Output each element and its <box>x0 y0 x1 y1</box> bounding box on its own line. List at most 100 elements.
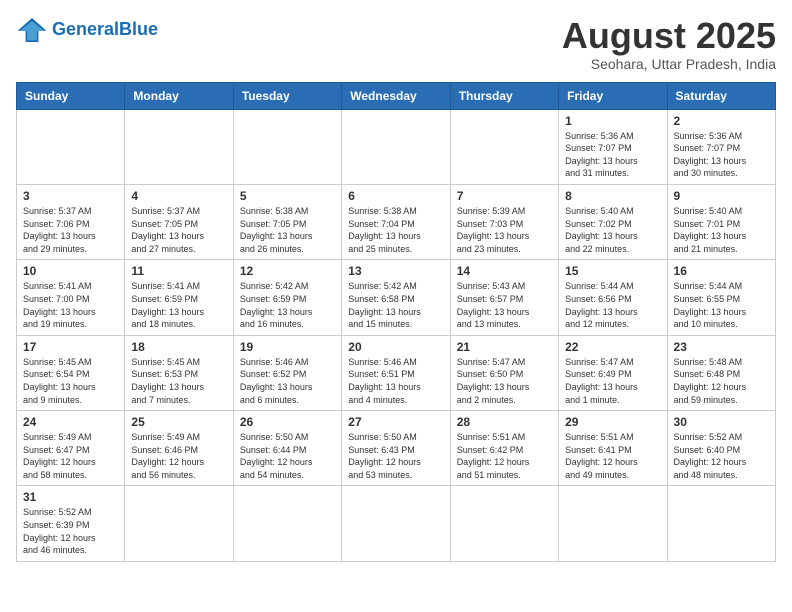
calendar-cell: 5 Sunrise: 5:38 AM Sunset: 7:05 PM Daylig… <box>233 184 341 259</box>
month-title: August 2025 <box>562 16 776 56</box>
calendar-week-6: 31 Sunrise: 5:52 AM Sunset: 6:39 PM Dayli… <box>17 486 776 561</box>
calendar-cell <box>450 109 558 184</box>
calendar-cell: 25Sunrise: 5:49 AM Sunset: 6:46 PM Dayli… <box>125 411 233 486</box>
logo-icon <box>16 16 48 44</box>
calendar-cell: 8 Sunrise: 5:40 AM Sunset: 7:02 PM Daylig… <box>559 184 667 259</box>
calendar-cell: 21Sunrise: 5:47 AM Sunset: 6:50 PM Dayli… <box>450 335 558 410</box>
calendar-cell <box>342 486 450 561</box>
day-info: Sunrise: 5:52 AM Sunset: 6:39 PM Dayligh… <box>23 506 118 556</box>
day-number: 18 <box>131 340 226 354</box>
day-number: 5 <box>240 189 335 203</box>
day-info: Sunrise: 5:50 AM Sunset: 6:43 PM Dayligh… <box>348 431 443 481</box>
calendar-cell: 10 Sunrise: 5:41 AM Sunset: 7:00 PM Dayli… <box>17 260 125 335</box>
day-number: 14 <box>457 264 552 278</box>
calendar-week-5: 24Sunrise: 5:49 AM Sunset: 6:47 PM Dayli… <box>17 411 776 486</box>
calendar-cell: 7Sunrise: 5:39 AM Sunset: 7:03 PM Daylig… <box>450 184 558 259</box>
day-info: Sunrise: 5:44 AM Sunset: 6:55 PM Dayligh… <box>674 280 769 330</box>
calendar-cell <box>233 486 341 561</box>
day-info: Sunrise: 5:45 AM Sunset: 6:54 PM Dayligh… <box>23 356 118 406</box>
calendar-week-1: 1 Sunrise: 5:36 AM Sunset: 7:07 PM Daylig… <box>17 109 776 184</box>
day-number: 31 <box>23 490 118 504</box>
calendar-cell: 9Sunrise: 5:40 AM Sunset: 7:01 PM Daylig… <box>667 184 775 259</box>
calendar-cell: 28 Sunrise: 5:51 AM Sunset: 6:42 PM Dayli… <box>450 411 558 486</box>
day-info: Sunrise: 5:36 AM Sunset: 7:07 PM Dayligh… <box>674 130 769 180</box>
day-info: Sunrise: 5:41 AM Sunset: 7:00 PM Dayligh… <box>23 280 118 330</box>
calendar-cell: 26 Sunrise: 5:50 AM Sunset: 6:44 PM Dayli… <box>233 411 341 486</box>
calendar-cell: 29Sunrise: 5:51 AM Sunset: 6:41 PM Dayli… <box>559 411 667 486</box>
day-number: 10 <box>23 264 118 278</box>
calendar-cell: 15Sunrise: 5:44 AM Sunset: 6:56 PM Dayli… <box>559 260 667 335</box>
day-info: Sunrise: 5:38 AM Sunset: 7:04 PM Dayligh… <box>348 205 443 255</box>
day-info: Sunrise: 5:36 AM Sunset: 7:07 PM Dayligh… <box>565 130 660 180</box>
day-info: Sunrise: 5:38 AM Sunset: 7:05 PM Dayligh… <box>240 205 335 255</box>
day-info: Sunrise: 5:46 AM Sunset: 6:52 PM Dayligh… <box>240 356 335 406</box>
day-info: Sunrise: 5:44 AM Sunset: 6:56 PM Dayligh… <box>565 280 660 330</box>
calendar-cell <box>450 486 558 561</box>
header: GeneralBlue August 2025 Seohara, Uttar P… <box>16 16 776 72</box>
calendar-body: 1 Sunrise: 5:36 AM Sunset: 7:07 PM Daylig… <box>17 109 776 561</box>
weekday-header-wednesday: Wednesday <box>342 82 450 109</box>
calendar-cell <box>125 109 233 184</box>
day-number: 11 <box>131 264 226 278</box>
day-info: Sunrise: 5:45 AM Sunset: 6:53 PM Dayligh… <box>131 356 226 406</box>
day-number: 16 <box>674 264 769 278</box>
calendar-cell <box>17 109 125 184</box>
calendar-week-4: 17 Sunrise: 5:45 AM Sunset: 6:54 PM Dayli… <box>17 335 776 410</box>
logo-general: General <box>52 19 119 39</box>
location-subtitle: Seohara, Uttar Pradesh, India <box>562 56 776 72</box>
day-number: 25 <box>131 415 226 429</box>
calendar-cell: 20Sunrise: 5:46 AM Sunset: 6:51 PM Dayli… <box>342 335 450 410</box>
day-number: 8 <box>565 189 660 203</box>
day-number: 7 <box>457 189 552 203</box>
weekday-header-monday: Monday <box>125 82 233 109</box>
day-info: Sunrise: 5:46 AM Sunset: 6:51 PM Dayligh… <box>348 356 443 406</box>
calendar-cell <box>667 486 775 561</box>
day-number: 30 <box>674 415 769 429</box>
day-info: Sunrise: 5:37 AM Sunset: 7:06 PM Dayligh… <box>23 205 118 255</box>
calendar-cell: 31 Sunrise: 5:52 AM Sunset: 6:39 PM Dayli… <box>17 486 125 561</box>
day-number: 27 <box>348 415 443 429</box>
calendar-cell: 2Sunrise: 5:36 AM Sunset: 7:07 PM Daylig… <box>667 109 775 184</box>
day-number: 21 <box>457 340 552 354</box>
calendar: SundayMondayTuesdayWednesdayThursdayFrid… <box>16 82 776 562</box>
day-info: Sunrise: 5:49 AM Sunset: 6:47 PM Dayligh… <box>23 431 118 481</box>
calendar-cell: 3 Sunrise: 5:37 AM Sunset: 7:06 PM Daylig… <box>17 184 125 259</box>
day-info: Sunrise: 5:47 AM Sunset: 6:49 PM Dayligh… <box>565 356 660 406</box>
weekday-header-sunday: Sunday <box>17 82 125 109</box>
day-number: 3 <box>23 189 118 203</box>
calendar-cell: 19 Sunrise: 5:46 AM Sunset: 6:52 PM Dayli… <box>233 335 341 410</box>
weekday-header-friday: Friday <box>559 82 667 109</box>
day-number: 28 <box>457 415 552 429</box>
title-block: August 2025 Seohara, Uttar Pradesh, Indi… <box>562 16 776 72</box>
day-info: Sunrise: 5:50 AM Sunset: 6:44 PM Dayligh… <box>240 431 335 481</box>
day-info: Sunrise: 5:40 AM Sunset: 7:02 PM Dayligh… <box>565 205 660 255</box>
calendar-cell: 24Sunrise: 5:49 AM Sunset: 6:47 PM Dayli… <box>17 411 125 486</box>
day-info: Sunrise: 5:37 AM Sunset: 7:05 PM Dayligh… <box>131 205 226 255</box>
day-number: 12 <box>240 264 335 278</box>
day-number: 26 <box>240 415 335 429</box>
day-number: 13 <box>348 264 443 278</box>
calendar-cell: 22Sunrise: 5:47 AM Sunset: 6:49 PM Dayli… <box>559 335 667 410</box>
weekday-header-tuesday: Tuesday <box>233 82 341 109</box>
day-number: 19 <box>240 340 335 354</box>
calendar-week-3: 10 Sunrise: 5:41 AM Sunset: 7:00 PM Dayli… <box>17 260 776 335</box>
calendar-cell <box>233 109 341 184</box>
calendar-cell: 4 Sunrise: 5:37 AM Sunset: 7:05 PM Daylig… <box>125 184 233 259</box>
calendar-cell: 18 Sunrise: 5:45 AM Sunset: 6:53 PM Dayli… <box>125 335 233 410</box>
day-number: 4 <box>131 189 226 203</box>
weekday-row: SundayMondayTuesdayWednesdayThursdayFrid… <box>17 82 776 109</box>
logo-text: GeneralBlue <box>52 20 158 40</box>
calendar-cell <box>125 486 233 561</box>
day-number: 17 <box>23 340 118 354</box>
calendar-cell: 11Sunrise: 5:41 AM Sunset: 6:59 PM Dayli… <box>125 260 233 335</box>
calendar-cell: 16 Sunrise: 5:44 AM Sunset: 6:55 PM Dayli… <box>667 260 775 335</box>
day-info: Sunrise: 5:51 AM Sunset: 6:42 PM Dayligh… <box>457 431 552 481</box>
calendar-cell: 14Sunrise: 5:43 AM Sunset: 6:57 PM Dayli… <box>450 260 558 335</box>
calendar-cell: 13Sunrise: 5:42 AM Sunset: 6:58 PM Dayli… <box>342 260 450 335</box>
calendar-header: SundayMondayTuesdayWednesdayThursdayFrid… <box>17 82 776 109</box>
day-number: 1 <box>565 114 660 128</box>
day-number: 29 <box>565 415 660 429</box>
calendar-week-2: 3 Sunrise: 5:37 AM Sunset: 7:06 PM Daylig… <box>17 184 776 259</box>
day-info: Sunrise: 5:48 AM Sunset: 6:48 PM Dayligh… <box>674 356 769 406</box>
calendar-cell: 30Sunrise: 5:52 AM Sunset: 6:40 PM Dayli… <box>667 411 775 486</box>
